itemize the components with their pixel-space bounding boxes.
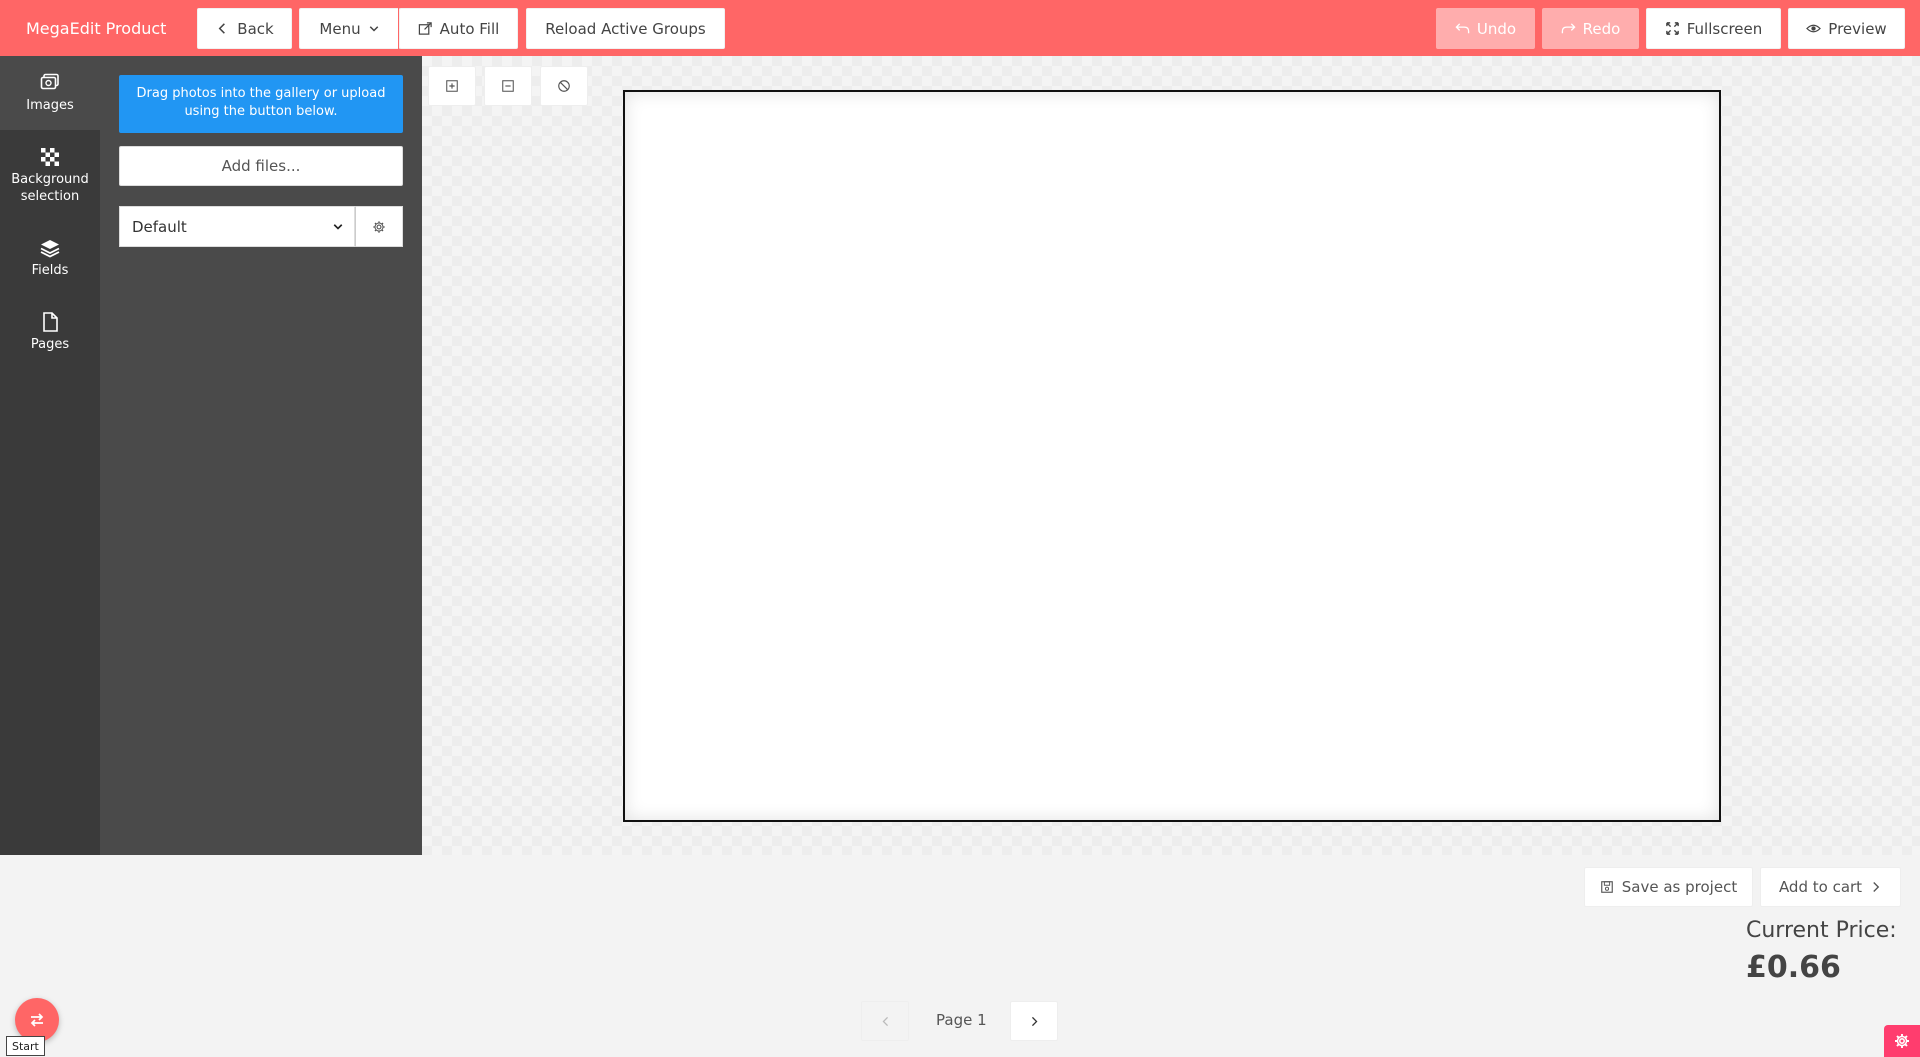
page-indicator: Page 1: [936, 1011, 987, 1029]
sidebar-rail: Images Background selection Fields Pages: [0, 56, 100, 855]
current-price-value: £0.66: [1746, 950, 1841, 985]
start-tooltip-text: Start: [12, 1039, 39, 1053]
gallery-select-value: Default: [132, 217, 187, 236]
menu-label: Menu: [319, 19, 361, 38]
preview-label: Preview: [1828, 19, 1887, 38]
add-files-label: Add files...: [221, 157, 301, 175]
save-icon: [1600, 881, 1613, 893]
top-toolbar: MegaEdit Product Back Menu Auto Fill Rel…: [0, 0, 1920, 56]
gallery-settings-button[interactable]: [355, 206, 403, 247]
add-to-cart-label: Add to cart: [1778, 878, 1863, 896]
page-icon: [43, 312, 58, 332]
reset-zoom-button[interactable]: [540, 66, 588, 106]
auto-fill-button[interactable]: Auto Fill: [399, 8, 518, 49]
save-as-project-button[interactable]: Save as project: [1584, 867, 1753, 907]
sidebar-item-images[interactable]: Images: [0, 56, 100, 130]
zoom-in-button[interactable]: [428, 66, 476, 106]
chevron-left-icon: [882, 1016, 888, 1026]
ban-icon: [558, 80, 570, 92]
design-canvas[interactable]: [623, 90, 1721, 822]
fullscreen-button[interactable]: Fullscreen: [1646, 8, 1781, 49]
zoom-in-icon: [446, 80, 458, 92]
redo-label: Redo: [1582, 19, 1621, 38]
chevron-right-icon: [1031, 1016, 1037, 1026]
gallery-select[interactable]: Default: [119, 206, 355, 247]
app-title: MegaEdit Product: [26, 18, 167, 38]
reload-active-groups-button[interactable]: Reload Active Groups: [526, 8, 725, 49]
chevron-left-icon: [218, 23, 226, 34]
save-as-project-label: Save as project: [1621, 878, 1738, 896]
sidebar-item-label: Fields: [31, 263, 69, 278]
sidebar-item-label: Images: [26, 98, 74, 113]
add-files-button[interactable]: Add files...: [119, 146, 403, 186]
chevron-right-icon: [1873, 882, 1880, 892]
images-panel: Drag photos into the gallery or upload u…: [100, 56, 422, 855]
layers-icon: [40, 240, 60, 258]
fullscreen-label: Fullscreen: [1686, 19, 1763, 38]
previous-page-button[interactable]: [861, 1001, 909, 1041]
back-button[interactable]: Back: [197, 8, 292, 49]
upload-info-text: Drag photos into the gallery or upload u…: [136, 86, 386, 119]
zoom-out-icon: [502, 80, 514, 92]
undo-label: Undo: [1476, 19, 1517, 38]
images-icon: [40, 73, 59, 90]
expand-icon: [1665, 22, 1679, 35]
eye-icon: [1806, 24, 1822, 33]
chevron-down-icon: [333, 223, 343, 230]
next-page-button[interactable]: [1010, 1001, 1058, 1041]
back-label: Back: [237, 19, 274, 38]
editor-workspace: [422, 56, 1920, 855]
sidebar-item-fields[interactable]: Fields: [0, 221, 100, 295]
swap-arrows-icon: [30, 1013, 44, 1027]
start-tooltip: Start: [6, 1036, 45, 1056]
auto-fill-label: Auto Fill: [439, 19, 500, 38]
zoom-out-button[interactable]: [484, 66, 532, 106]
preview-button[interactable]: Preview: [1788, 8, 1905, 49]
gallery-select-group: Default: [119, 206, 403, 247]
undo-icon: [1455, 23, 1470, 34]
sidebar-item-pages[interactable]: Pages: [0, 295, 100, 369]
sidebar-item-label: Pages: [30, 337, 70, 352]
redo-icon: [1561, 23, 1576, 34]
gear-icon: [1895, 1034, 1909, 1048]
add-to-cart-button[interactable]: Add to cart: [1760, 867, 1901, 907]
current-price-label: Current Price:: [1746, 918, 1897, 943]
menu-button[interactable]: Menu: [299, 8, 400, 49]
reload-label: Reload Active Groups: [545, 19, 706, 38]
chevron-down-icon: [369, 25, 378, 32]
redo-button[interactable]: Redo: [1542, 8, 1639, 49]
share-icon: [418, 22, 432, 35]
upload-info-box: Drag photos into the gallery or upload u…: [119, 75, 403, 133]
sidebar-item-background-selection[interactable]: Background selection: [0, 130, 100, 221]
checkerboard-icon: [41, 148, 59, 166]
undo-button[interactable]: Undo: [1436, 8, 1535, 49]
sidebar-item-label: Background selection: [11, 172, 89, 204]
settings-corner-button[interactable]: [1884, 1025, 1920, 1057]
gear-icon: [373, 220, 385, 233]
